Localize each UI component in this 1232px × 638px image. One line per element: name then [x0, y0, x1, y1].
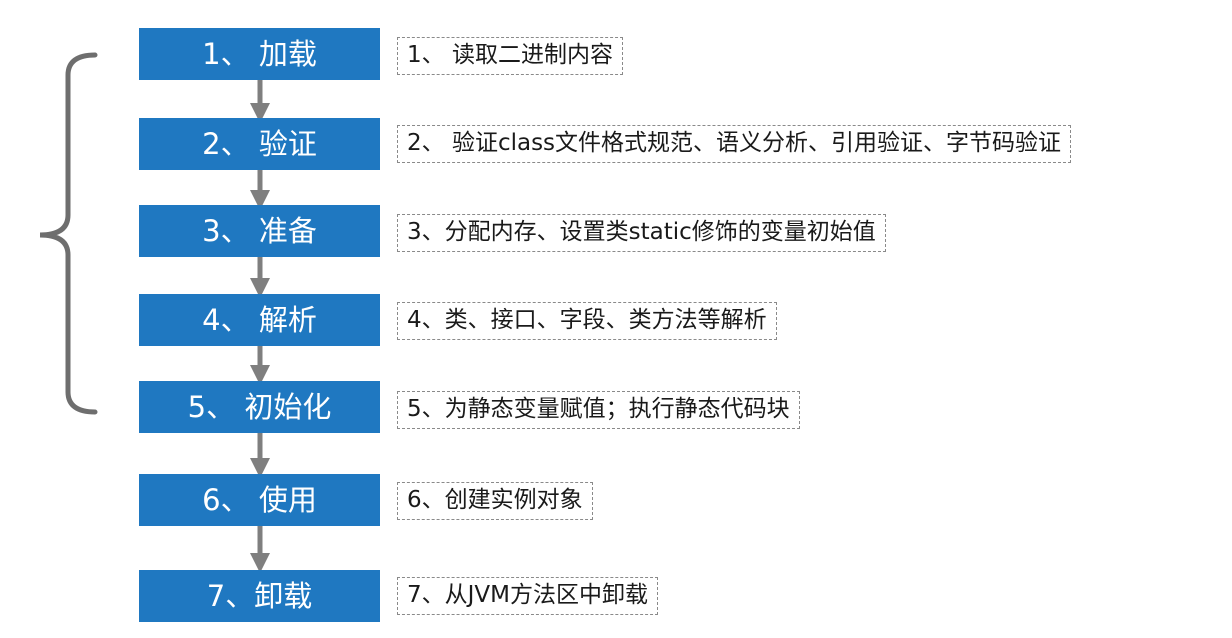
- desc-use: 6、创建实例对象: [397, 482, 593, 520]
- step-resolve: 4、 解析: [139, 294, 380, 346]
- desc-initialize: 5、为静态变量赋值；执行静态代码块: [397, 391, 800, 429]
- desc-resolve: 4、类、接口、字段、类方法等解析: [397, 302, 777, 340]
- step-prepare: 3、 准备: [139, 205, 380, 257]
- flow-diagram: 1、 加载 1、 读取二进制内容 2、 验证 2、 验证class文件格式规范、…: [0, 0, 1232, 638]
- phase-brace: [39, 52, 98, 415]
- step-load: 1、 加载: [139, 28, 380, 80]
- desc-verify: 2、 验证class文件格式规范、语义分析、引用验证、字节码验证: [397, 125, 1072, 163]
- step-initialize: 5、 初始化: [139, 381, 380, 433]
- step-unload: 7、卸载: [139, 570, 380, 622]
- desc-load: 1、 读取二进制内容: [397, 37, 623, 75]
- step-verify: 2、 验证: [139, 118, 380, 170]
- desc-prepare: 3、分配内存、设置类static修饰的变量初始值: [397, 214, 886, 252]
- desc-unload: 7、从JVM方法区中卸载: [397, 577, 658, 615]
- step-use: 6、 使用: [139, 474, 380, 526]
